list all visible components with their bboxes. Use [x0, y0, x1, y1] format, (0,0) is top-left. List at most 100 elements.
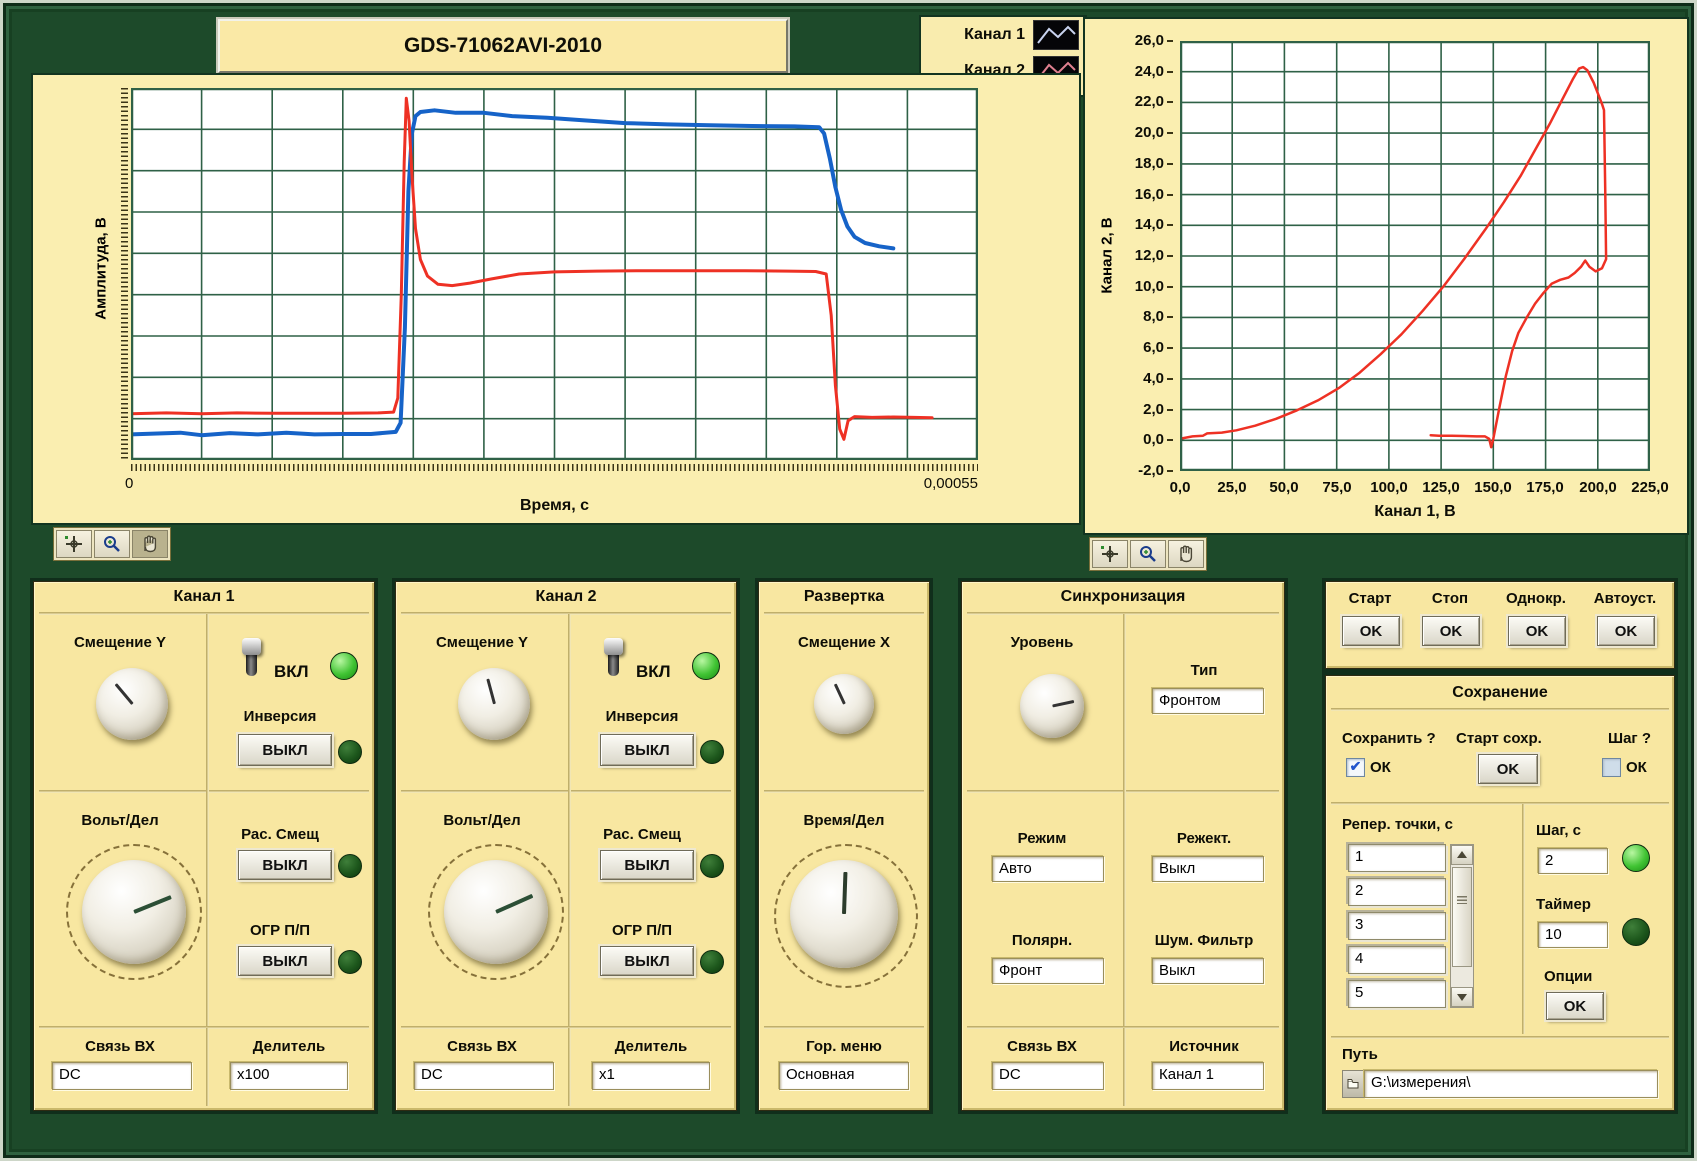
start-save-ok-button[interactable]: OK [1478, 754, 1538, 784]
ch2-ras-smesh-label: Рас. Смещ [582, 826, 702, 843]
panel-sync: Синхронизация Уровень Тип Фронтом Режим … [961, 581, 1285, 1111]
left-chart-x-max: 0,00055 [833, 475, 978, 492]
panel-title: Развертка [759, 588, 929, 606]
reper-point-field-5[interactable]: 5 [1348, 980, 1446, 1008]
y-tick: 20,0 [1115, 125, 1173, 141]
ch2-offset-y-knob[interactable] [458, 668, 530, 740]
zoom-icon[interactable] [94, 530, 130, 558]
ch2-volt-div-knob[interactable] [444, 860, 548, 964]
step-question-checkbox[interactable] [1602, 758, 1621, 777]
folder-icon[interactable] [1342, 1070, 1364, 1098]
ch2-inversion-button[interactable]: ВЫКЛ [600, 734, 694, 766]
ch2-coupling-field[interactable]: DC [414, 1062, 554, 1090]
step-s-field[interactable]: 2 [1538, 848, 1608, 874]
y-tick: 14,0 [1115, 217, 1173, 233]
zoom-icon[interactable] [1130, 540, 1166, 568]
left-chart-y-ruler [121, 88, 128, 460]
ch1-ras-smesh-button[interactable]: ВЫКЛ [238, 850, 332, 880]
sync-mode-field[interactable]: Авто [992, 856, 1104, 882]
autoset-ok-button[interactable]: OK [1597, 616, 1655, 646]
waveform-icon-ch1[interactable] [1033, 20, 1079, 50]
ch1-inversion-led [338, 740, 362, 764]
sync-level-label: Уровень [962, 634, 1122, 651]
cursor-crosshair-icon[interactable] [56, 530, 92, 558]
sync-noise-filter-field[interactable]: Выкл [1152, 958, 1264, 984]
start-label: Старт [1334, 590, 1406, 607]
reper-point-field-4[interactable]: 4 [1348, 946, 1446, 974]
left-chart-plot [131, 88, 978, 460]
y-tick: 6,0 [1115, 340, 1173, 356]
options-ok-button[interactable]: OK [1546, 992, 1604, 1020]
x-tick: 200,0 [1579, 479, 1617, 496]
left-chart-x-min: 0 [125, 475, 133, 492]
y-tick: 16,0 [1115, 187, 1173, 203]
scrollbar-thumb[interactable] [1452, 867, 1472, 967]
right-chart-x-ticks: 0,0 25,0 50,0 75,0 100,0 125,0 150,0 175… [1180, 479, 1650, 497]
ch1-ras-smesh-led [338, 854, 362, 878]
legend-item-ch1[interactable]: Канал 1 [921, 17, 1085, 53]
ch2-ras-smesh-button[interactable]: ВЫКЛ [600, 850, 694, 880]
x-tick: 225,0 [1631, 479, 1669, 496]
hor-menu-field[interactable]: Основная [779, 1062, 909, 1090]
y-tick: 2,0 [1115, 402, 1173, 418]
single-label: Однокр. [1494, 590, 1578, 607]
path-control: G:\измерения\ [1342, 1070, 1658, 1098]
save-question-ok-label: ОК [1370, 759, 1391, 776]
offset-y-label: Смещение Y [40, 634, 200, 651]
sync-polarity-field[interactable]: Фронт [992, 958, 1104, 984]
x-tick: 100,0 [1370, 479, 1408, 496]
sync-coupling-field[interactable]: DC [992, 1062, 1104, 1090]
ch1-ogr-label: ОГР П/П [220, 922, 340, 939]
y-tick: 10,0 [1115, 279, 1173, 295]
ch2-ogr-button[interactable]: ВЫКЛ [600, 946, 694, 976]
sync-reject-field[interactable]: Выкл [1152, 856, 1264, 882]
sync-level-knob[interactable] [1020, 674, 1084, 738]
ch2-ogr-label: ОГР П/П [582, 922, 702, 939]
sweep-offset-x-knob[interactable] [814, 674, 874, 734]
panel-title: Канал 2 [396, 588, 736, 606]
x-tick: 175,0 [1526, 479, 1564, 496]
scroll-down-icon[interactable] [1451, 987, 1473, 1007]
reper-point-field-3[interactable]: 3 [1348, 912, 1446, 940]
cursor-crosshair-icon[interactable] [1092, 540, 1128, 568]
step-s-label: Шаг, с [1536, 822, 1581, 839]
reper-scrollbar[interactable] [1450, 844, 1474, 1008]
sync-type-label: Тип [1124, 662, 1284, 679]
ch1-volt-div-knob[interactable] [82, 860, 186, 964]
sync-source-field[interactable]: Канал 1 [1152, 1062, 1264, 1090]
start-save-label: Старт сохр. [1456, 730, 1542, 747]
ch1-coupling-field[interactable]: DC [52, 1062, 192, 1090]
x-tick: 125,0 [1422, 479, 1460, 496]
reper-point-field-1[interactable]: 1 [1348, 844, 1446, 872]
ch1-divider-field[interactable]: x100 [230, 1062, 348, 1090]
single-ok-button[interactable]: OK [1508, 616, 1566, 646]
ch1-on-toggle-knob[interactable] [242, 638, 261, 655]
save-question-label: Сохранить ? [1342, 730, 1436, 747]
panel-sweep: Развертка Смещение X Время/Дел Гор. меню… [758, 581, 930, 1111]
ch1-inversion-label: Инверсия [220, 708, 340, 725]
y-tick: 12,0 [1115, 248, 1173, 264]
device-title-box: GDS-71062AVI-2010 [218, 19, 788, 73]
panel-title: Канал 1 [34, 588, 374, 606]
pan-hand-icon[interactable] [132, 530, 168, 558]
ch2-divider-field[interactable]: x1 [592, 1062, 710, 1090]
x-tick: 150,0 [1474, 479, 1512, 496]
ch1-offset-y-knob[interactable] [96, 668, 168, 740]
sync-type-field[interactable]: Фронтом [1152, 688, 1264, 714]
ch1-ogr-led [338, 950, 362, 974]
timer-field[interactable]: 10 [1538, 922, 1608, 948]
ch1-inversion-button[interactable]: ВЫКЛ [238, 734, 332, 766]
path-field[interactable]: G:\измерения\ [1364, 1070, 1658, 1098]
time-domain-chart: Амплитуда, В 0 0,00055 Время, с [33, 75, 1079, 523]
scroll-up-icon[interactable] [1451, 845, 1473, 865]
stop-ok-button[interactable]: OK [1422, 616, 1480, 646]
save-question-checkbox[interactable]: ✔ [1346, 758, 1365, 777]
timer-label: Таймер [1536, 896, 1591, 913]
sweep-time-div-knob[interactable] [790, 860, 898, 968]
ch2-on-toggle-knob[interactable] [604, 638, 623, 655]
reper-point-field-2[interactable]: 2 [1348, 878, 1446, 906]
pan-hand-icon[interactable] [1168, 540, 1204, 568]
graph-palette-left [53, 527, 171, 561]
start-ok-button[interactable]: OK [1342, 616, 1400, 646]
ch1-ogr-button[interactable]: ВЫКЛ [238, 946, 332, 976]
